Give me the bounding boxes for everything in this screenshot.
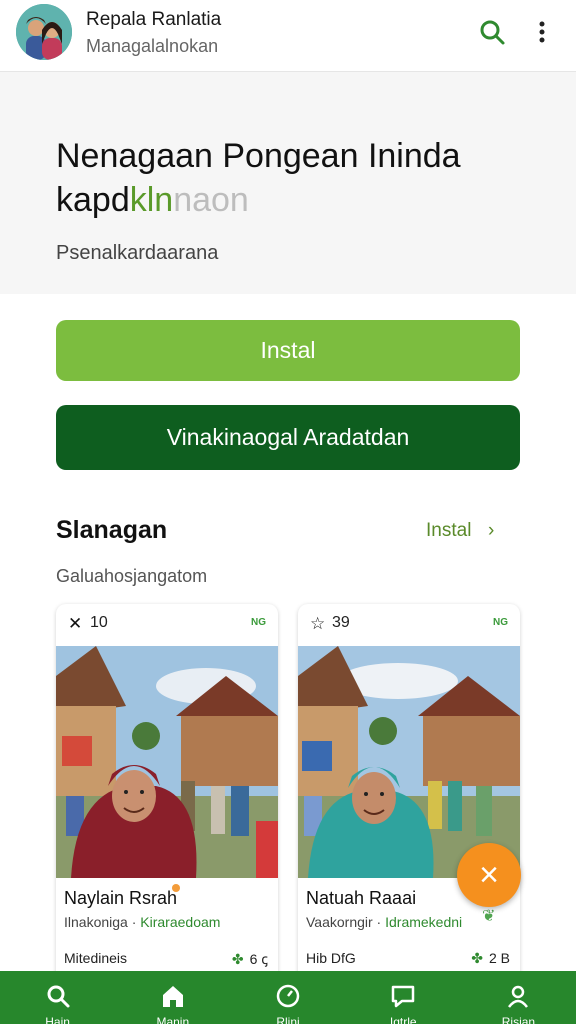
card-topbar: ✕ 10 NG — [56, 604, 278, 646]
leaf-icon: ✤ — [471, 950, 483, 966]
status-dot — [172, 884, 180, 892]
nav-label: Rlini — [276, 1015, 300, 1024]
close-icon: × — [479, 856, 499, 894]
hero-subtitle: Psenalkardaarana — [56, 242, 219, 264]
header-title: Repala Ranlatia — [86, 9, 222, 30]
hero-title-line2: kapdklnnaon — [56, 178, 546, 222]
chat-icon — [391, 985, 415, 1008]
section-title: Slanagan — [56, 516, 168, 544]
chevron-right-icon[interactable]: › — [488, 520, 494, 542]
card-meta: ✤ 2 B — [471, 950, 510, 967]
card-topbar: ☆ 39 NG — [298, 604, 520, 646]
card-count: 10 — [90, 614, 108, 631]
hero-title-green: kln — [129, 181, 174, 219]
leaf-icon: ✤ — [231, 951, 244, 967]
nav-label: Risian — [501, 1015, 536, 1024]
card-count: 39 — [332, 614, 350, 631]
card-meta-suffix: B — [500, 950, 510, 966]
more-vertical-icon[interactable] — [534, 18, 550, 46]
card-meta: ✤ 6 ꞔ — [232, 950, 268, 969]
header-subtitle: Managalalnokan — [86, 36, 219, 56]
hero-title: Nenagaan Pongean Ininda kapdklnnaon — [56, 134, 546, 222]
card-desc-prefix: Vaakorngir · — [306, 914, 386, 930]
card-desc-prefix: Ilnakoniga · — [64, 914, 141, 930]
hero-title-grey: naon — [173, 181, 249, 219]
compass-icon — [276, 984, 300, 1008]
home-icon — [162, 986, 183, 1007]
profile-icon — [508, 985, 529, 1008]
card-description: Ilnakoniga · Kiraraedoam — [64, 914, 220, 930]
section-subtitle: Galuahosjangatom — [56, 566, 208, 586]
bottom-navigation: Hain Manin Rlini Iqtrle Risian — [0, 971, 576, 1024]
nav-label: Iqtrle — [389, 1015, 417, 1024]
nav-label: Hain — [45, 1015, 70, 1024]
card-title: Naylain Rsrah — [64, 888, 178, 908]
card-badge: NG — [493, 617, 508, 628]
hero-title-line1: Nenagaan Pongean Ininda — [56, 137, 461, 175]
hero-title-dark: kapd — [56, 181, 130, 219]
search-icon[interactable] — [478, 18, 506, 46]
card-title: Natuah Raaai — [306, 888, 417, 908]
card-footer-label: Hib DfG — [306, 950, 356, 966]
leaf-icon: ❦ — [482, 908, 496, 925]
nav-label: Manin — [156, 1015, 190, 1024]
couple-avatar-icon[interactable] — [16, 4, 72, 60]
card-meta-value: 2 — [488, 950, 497, 966]
nav-item-home[interactable]: Manin — [115, 971, 230, 1024]
close-icon[interactable]: ✕ — [68, 614, 82, 634]
app-header: Repala Ranlatia Managalalnokan — [0, 0, 576, 72]
card-desc-highlight: Idramekedni — [385, 914, 463, 930]
secondary-action-button[interactable]: Vinakinaogal Aradatdan — [56, 405, 520, 470]
card-photo — [56, 646, 278, 878]
card-footer-label: Mitedineis — [64, 950, 128, 966]
fab-close-button[interactable]: × — [457, 843, 521, 907]
card-meta-suffix: ꞔ — [261, 951, 268, 967]
card-desc-highlight: Kiraraedoam — [140, 914, 221, 930]
nav-item-search[interactable]: Hain — [0, 971, 115, 1024]
section-install-link[interactable]: Instal — [426, 520, 471, 542]
nav-item-profile[interactable]: Risian — [461, 971, 576, 1024]
search-icon — [47, 985, 70, 1008]
install-button[interactable]: Instal — [56, 320, 520, 381]
app-card[interactable]: ✕ 10 NG Naylain Rsrah Ilnakoniga · Kirar… — [56, 604, 278, 984]
card-description: Vaakorngir · Idramekedni — [306, 914, 462, 930]
nav-item-compass[interactable]: Rlini — [230, 971, 345, 1024]
card-badge: NG — [251, 617, 266, 628]
app-screen: Repala Ranlatia Managalalnokan Nenagaan … — [0, 0, 576, 1024]
star-icon[interactable]: ☆ — [310, 614, 325, 634]
hero-banner: Nenagaan Pongean Ininda kapdklnnaon Psen… — [0, 72, 576, 294]
nav-item-chat[interactable]: Iqtrle — [346, 971, 461, 1024]
app-card[interactable]: ☆ 39 NG Natuah Raaai Vaakorngir · Idrame… — [298, 604, 520, 984]
card-meta-value: 6 — [249, 951, 258, 967]
